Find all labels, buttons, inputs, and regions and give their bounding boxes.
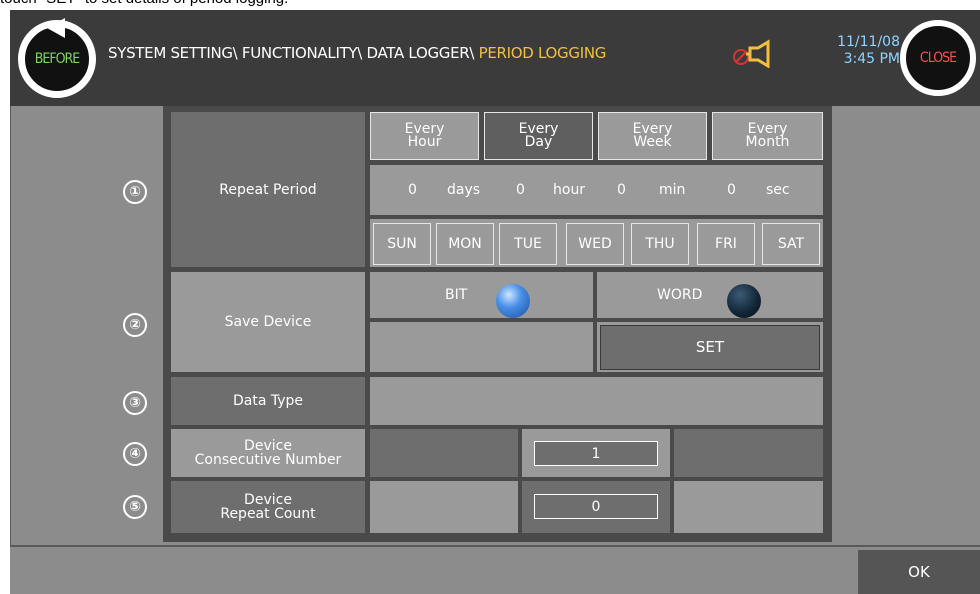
datetime: 11/11/08 3:45 PM (790, 34, 900, 68)
sec-value[interactable]: 0 (727, 182, 736, 198)
breadcrumb-current: PERIOD LOGGING (478, 44, 607, 62)
before-button[interactable]: BEFORE (18, 18, 96, 98)
weekday-fri-button[interactable]: FRI (697, 223, 755, 265)
every-day-button[interactable]: Every Day (484, 112, 593, 160)
interval-fields: 0 days 0 hour 0 min 0 sec (370, 182, 823, 202)
weekday-wed-button[interactable]: WED (566, 223, 624, 265)
repeat-count-empty-right (674, 481, 823, 533)
weekday-mon-button[interactable]: MON (436, 223, 494, 265)
ok-button[interactable]: OK (858, 550, 980, 594)
weekday-tue-button[interactable]: TUE (499, 223, 557, 265)
repeat-count-label: Device Repeat Count (171, 481, 365, 533)
save-device-empty-cell (370, 322, 593, 372)
consecutive-empty-left (370, 429, 518, 477)
data-type-label: Data Type (171, 377, 365, 425)
sec-unit: sec (766, 182, 790, 198)
min-unit: min (659, 182, 686, 198)
row-number-2: ② (123, 313, 147, 337)
breadcrumb-path: SYSTEM SETTING\ FUNCTIONALITY\ DATA LOGG… (108, 44, 479, 62)
days-unit: days (447, 182, 481, 198)
row-number-5: ⑤ (123, 495, 147, 519)
instruction-caption: touch "SET" to set details of period log… (0, 0, 288, 8)
hour-value[interactable]: 0 (516, 182, 525, 198)
min-value[interactable]: 0 (617, 182, 626, 198)
close-label: CLOSE (919, 50, 957, 66)
bit-led-indicator (496, 284, 530, 318)
alarm-horn-icon (733, 39, 770, 68)
row-number-3: ③ (123, 391, 147, 415)
row-number-4: ④ (123, 442, 147, 466)
every-month-button[interactable]: Every Month (712, 112, 823, 160)
data-type-value[interactable] (370, 377, 823, 425)
consecutive-number-input[interactable]: 1 (534, 441, 658, 466)
word-label: WORD (657, 287, 703, 303)
every-week-button[interactable]: Every Week (598, 112, 707, 160)
repeat-period-label: Repeat Period (171, 112, 365, 267)
status-bar (10, 545, 980, 594)
time-text: 3:45 PM (843, 51, 900, 67)
word-led-indicator (727, 284, 761, 318)
breadcrumb: SYSTEM SETTING\ FUNCTIONALITY\ DATA LOGG… (108, 44, 606, 62)
save-device-label: Save Device (171, 272, 365, 372)
bit-option[interactable]: BIT (370, 272, 593, 318)
back-arrow-icon (47, 18, 65, 38)
weekday-sat-button[interactable]: SAT (762, 223, 820, 265)
word-option[interactable]: WORD (597, 272, 823, 318)
every-hour-button[interactable]: Every Hour (370, 112, 479, 160)
repeat-count-empty-left (370, 481, 518, 533)
weekday-sun-button[interactable]: SUN (373, 223, 431, 265)
date-text: 11/11/08 (837, 34, 900, 50)
hour-unit: hour (553, 182, 586, 198)
consecutive-number-label: Device Consecutive Number (171, 429, 365, 477)
before-label: BEFORE (34, 51, 80, 67)
set-button[interactable]: SET (600, 325, 820, 370)
close-button[interactable]: CLOSE (900, 20, 976, 96)
row-number-1: ① (123, 180, 147, 204)
days-value[interactable]: 0 (408, 182, 417, 198)
consecutive-empty-right (674, 429, 823, 477)
weekday-thu-button[interactable]: THU (631, 223, 689, 265)
repeat-count-input[interactable]: 0 (534, 494, 658, 519)
bit-label: BIT (445, 287, 468, 303)
